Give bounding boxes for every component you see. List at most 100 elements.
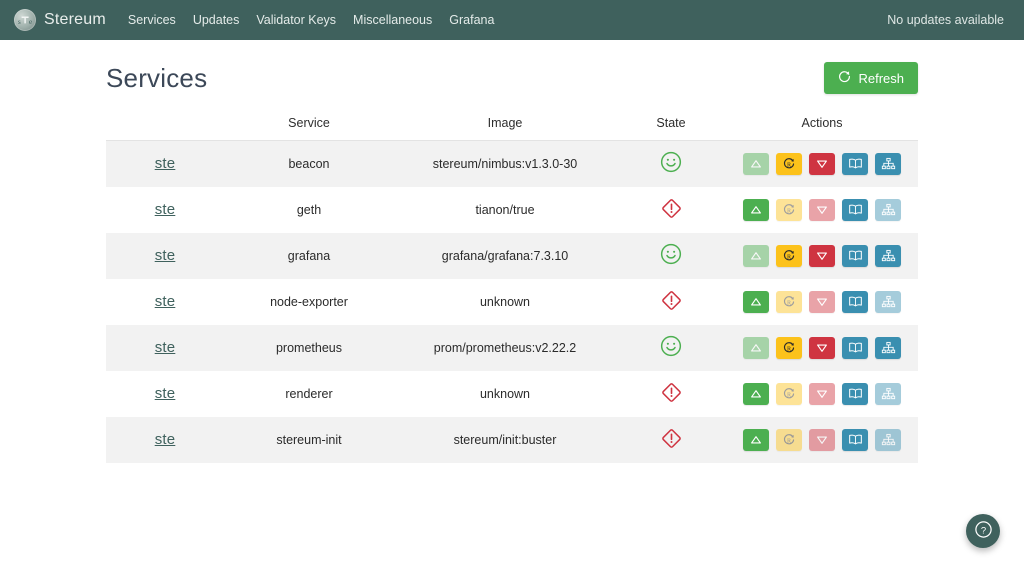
service-logo-link[interactable]: ste bbox=[155, 339, 176, 356]
col-header-actions: Actions bbox=[726, 108, 918, 141]
nav-link-miscellaneous[interactable]: Miscellaneous bbox=[353, 13, 432, 27]
service-image-cell: prom/prometheus:v2.22.2 bbox=[433, 340, 577, 355]
restart-icon: R bbox=[782, 387, 796, 401]
service-image-cell: tianon/true bbox=[475, 202, 535, 217]
col-header-service: Service bbox=[224, 108, 394, 141]
service-logo-cell: ste bbox=[106, 233, 224, 279]
warning-diamond-icon bbox=[660, 197, 683, 220]
start-button[interactable] bbox=[743, 428, 769, 451]
book-icon bbox=[848, 203, 863, 216]
service-logo-link[interactable]: ste bbox=[155, 201, 176, 218]
book-icon bbox=[848, 157, 863, 170]
config-button bbox=[875, 290, 901, 313]
page-body: Services Refresh Service Image State Act… bbox=[0, 40, 1024, 463]
service-logo-cell: ste bbox=[106, 279, 224, 325]
table-row: ste grafana grafana/grafana:7.3.10 R bbox=[106, 232, 918, 279]
service-logo-link[interactable]: ste bbox=[155, 293, 176, 310]
service-logo-cell: ste bbox=[106, 417, 224, 463]
start-button[interactable] bbox=[743, 382, 769, 405]
config-button bbox=[875, 382, 901, 405]
logs-button[interactable] bbox=[842, 198, 868, 221]
config-button[interactable] bbox=[875, 244, 901, 267]
service-image-cell: unknown bbox=[479, 294, 531, 309]
stop-button[interactable] bbox=[809, 152, 835, 175]
actions-group: R bbox=[730, 336, 914, 359]
config-button bbox=[875, 428, 901, 451]
service-actions-cell: R bbox=[726, 417, 918, 463]
sitemap-icon bbox=[881, 249, 896, 263]
restart-icon: R bbox=[782, 157, 796, 171]
brand[interactable]: s e Stereum bbox=[14, 9, 106, 31]
svg-text:e: e bbox=[29, 18, 32, 26]
actions-group: R bbox=[730, 152, 914, 175]
nav-links: Services Updates Validator Keys Miscella… bbox=[128, 13, 495, 27]
restart-button: R bbox=[776, 198, 802, 221]
update-status-text: No updates available bbox=[887, 13, 1004, 27]
start-button bbox=[743, 244, 769, 267]
help-button[interactable]: ? bbox=[966, 514, 1000, 548]
service-logo-link[interactable]: ste bbox=[155, 247, 176, 264]
sitemap-icon bbox=[881, 387, 896, 401]
refresh-button[interactable]: Refresh bbox=[824, 62, 918, 94]
nav-link-updates[interactable]: Updates bbox=[193, 13, 240, 27]
nav-link-services[interactable]: Services bbox=[128, 13, 176, 27]
service-state-cell bbox=[616, 371, 726, 417]
service-actions-cell: R bbox=[726, 325, 918, 371]
config-button[interactable] bbox=[875, 336, 901, 359]
start-triangle-icon bbox=[749, 157, 763, 171]
warning-diamond-icon bbox=[660, 381, 683, 404]
start-button[interactable] bbox=[743, 198, 769, 221]
service-logo-link[interactable]: ste bbox=[155, 385, 176, 402]
service-actions-cell: R bbox=[726, 187, 918, 233]
table-body: ste beacon stereum/nimbus:v1.3.0-30 Rste get… bbox=[106, 140, 918, 463]
service-state-cell bbox=[616, 325, 726, 371]
restart-icon: R bbox=[782, 341, 796, 355]
logs-button[interactable] bbox=[842, 428, 868, 451]
sitemap-icon bbox=[881, 341, 896, 355]
restart-button: R bbox=[776, 290, 802, 313]
refresh-label: Refresh bbox=[858, 70, 904, 86]
warning-diamond-icon bbox=[660, 427, 683, 450]
service-state-cell bbox=[616, 141, 726, 187]
logs-button[interactable] bbox=[842, 290, 868, 313]
stop-triangle-icon bbox=[815, 203, 829, 217]
start-triangle-icon bbox=[749, 433, 763, 447]
page-header: Services Refresh bbox=[106, 40, 918, 108]
service-logo-link[interactable]: ste bbox=[155, 155, 176, 172]
stop-triangle-icon bbox=[815, 433, 829, 447]
restart-button[interactable]: R bbox=[776, 152, 802, 175]
restart-button[interactable]: R bbox=[776, 244, 802, 267]
service-state-cell bbox=[616, 233, 726, 279]
stop-button[interactable] bbox=[809, 244, 835, 267]
service-image-cell: stereum/init:buster bbox=[453, 432, 557, 447]
service-state-cell bbox=[616, 187, 726, 233]
start-button[interactable] bbox=[743, 290, 769, 313]
restart-icon: R bbox=[782, 433, 796, 447]
logs-button[interactable] bbox=[842, 152, 868, 175]
service-logo-link[interactable]: ste bbox=[155, 431, 176, 448]
stop-button bbox=[809, 290, 835, 313]
refresh-icon bbox=[838, 70, 851, 86]
restart-button[interactable]: R bbox=[776, 336, 802, 359]
logs-button[interactable] bbox=[842, 382, 868, 405]
col-header-image: Image bbox=[394, 108, 616, 141]
stop-button[interactable] bbox=[809, 336, 835, 359]
nav-link-validator-keys[interactable]: Validator Keys bbox=[256, 13, 336, 27]
smiley-icon bbox=[660, 243, 682, 265]
logs-button[interactable] bbox=[842, 244, 868, 267]
table-row: ste node-exporter unknown R bbox=[106, 279, 918, 325]
stop-triangle-icon bbox=[815, 341, 829, 355]
sitemap-icon bbox=[881, 203, 896, 217]
restart-button: R bbox=[776, 382, 802, 405]
logs-button[interactable] bbox=[842, 336, 868, 359]
nav-link-grafana[interactable]: Grafana bbox=[449, 13, 494, 27]
service-image-cell: stereum/nimbus:v1.3.0-30 bbox=[432, 156, 578, 171]
book-icon bbox=[848, 433, 863, 446]
book-icon bbox=[848, 249, 863, 262]
service-name-cell: stereum-init bbox=[276, 432, 342, 447]
config-button[interactable] bbox=[875, 152, 901, 175]
brand-name: Stereum bbox=[44, 11, 106, 28]
service-logo-cell: ste bbox=[106, 325, 224, 371]
book-icon bbox=[848, 387, 863, 400]
service-actions-cell: R bbox=[726, 233, 918, 279]
